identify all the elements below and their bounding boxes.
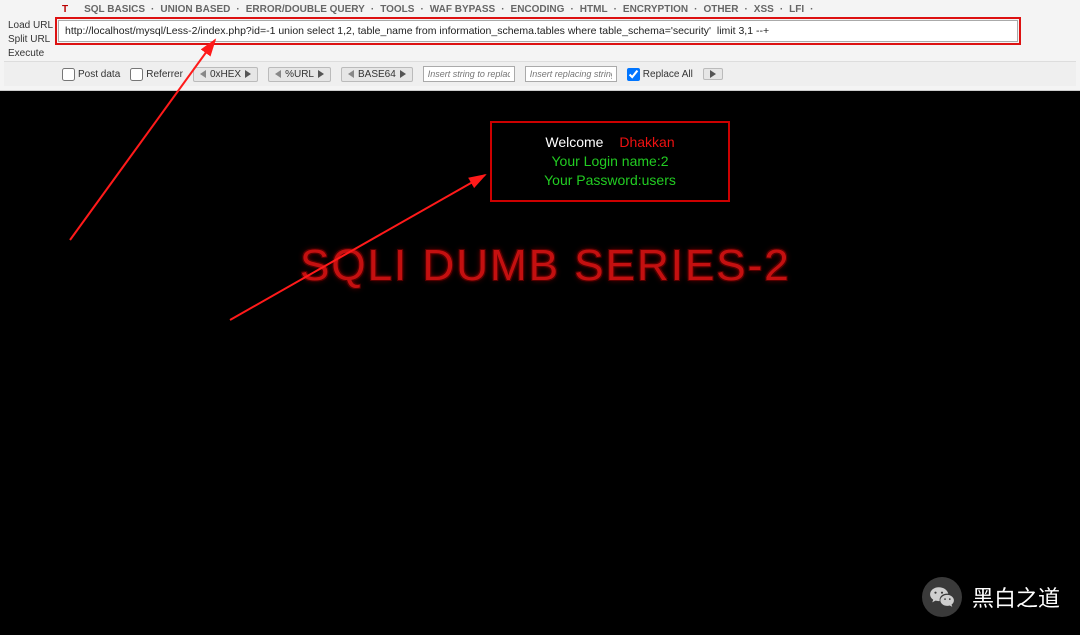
base64-button[interactable]: BASE64 — [341, 67, 413, 82]
replace-to-input[interactable] — [525, 66, 617, 82]
menu-xss[interactable]: XSS — [754, 4, 774, 15]
arrow-right-icon — [400, 70, 406, 78]
url-input[interactable] — [58, 20, 1018, 42]
replace-from-input[interactable] — [423, 66, 515, 82]
replace-all-checkbox[interactable]: Replace All — [627, 68, 693, 81]
menu-lfi[interactable]: LFI — [789, 4, 804, 15]
arrow-right-icon — [710, 70, 716, 78]
menu-tools[interactable]: TOOLS — [380, 4, 414, 15]
watermark-text: 黑白之道 — [972, 581, 1060, 613]
result-box: Welcome Dhakkan Your Login name:2 Your P… — [490, 121, 730, 202]
menu-error-double[interactable]: ERROR/DOUBLE QUERY — [246, 4, 365, 15]
urlencode-button[interactable]: %URL — [268, 67, 331, 82]
hex-button[interactable]: 0xHEX — [193, 67, 258, 82]
referrer-checkbox[interactable]: Referrer — [130, 68, 183, 81]
arrow-right-icon — [318, 70, 324, 78]
arrow-right-icon — [245, 70, 251, 78]
execute-button[interactable]: Execute — [8, 48, 54, 59]
menu-html[interactable]: HTML — [580, 4, 608, 15]
replace-go-button[interactable] — [703, 68, 723, 80]
hackbar-menu: T SQL BASICS· UNION BASED· ERROR/DOUBLE … — [4, 2, 1076, 18]
arrow-left-icon — [275, 70, 281, 78]
welcome-label: Welcome — [545, 134, 603, 150]
hackbar-panel: T SQL BASICS· UNION BASED· ERROR/DOUBLE … — [0, 0, 1080, 91]
page-title: SQLI DUMB SERIES-2 — [300, 241, 791, 291]
menu-marker: T — [62, 4, 68, 15]
split-url-button[interactable]: Split URL — [8, 34, 54, 45]
menu-encryption[interactable]: ENCRYPTION — [623, 4, 688, 15]
arrow-left-icon — [200, 70, 206, 78]
arrow-left-icon — [348, 70, 354, 78]
wechat-icon — [922, 577, 962, 617]
menu-sql-basics[interactable]: SQL BASICS — [84, 4, 145, 15]
menu-waf-bypass[interactable]: WAF BYPASS — [430, 4, 495, 15]
options-row: Post data Referrer 0xHEX %URL BASE64 Rep… — [4, 61, 1076, 86]
page-content: Welcome Dhakkan Your Login name:2 Your P… — [0, 91, 1080, 631]
password-line: Your Password:users — [500, 171, 720, 190]
post-data-checkbox[interactable]: Post data — [62, 68, 120, 81]
watermark: 黑白之道 — [922, 577, 1060, 617]
menu-union-based[interactable]: UNION BASED — [160, 4, 230, 15]
login-name-line: Your Login name:2 — [500, 152, 720, 171]
load-url-button[interactable]: Load URL — [8, 20, 54, 31]
menu-encoding[interactable]: ENCODING — [511, 4, 565, 15]
welcome-name: Dhakkan — [619, 134, 674, 150]
welcome-line: Welcome Dhakkan — [500, 133, 720, 152]
menu-other[interactable]: OTHER — [703, 4, 738, 15]
